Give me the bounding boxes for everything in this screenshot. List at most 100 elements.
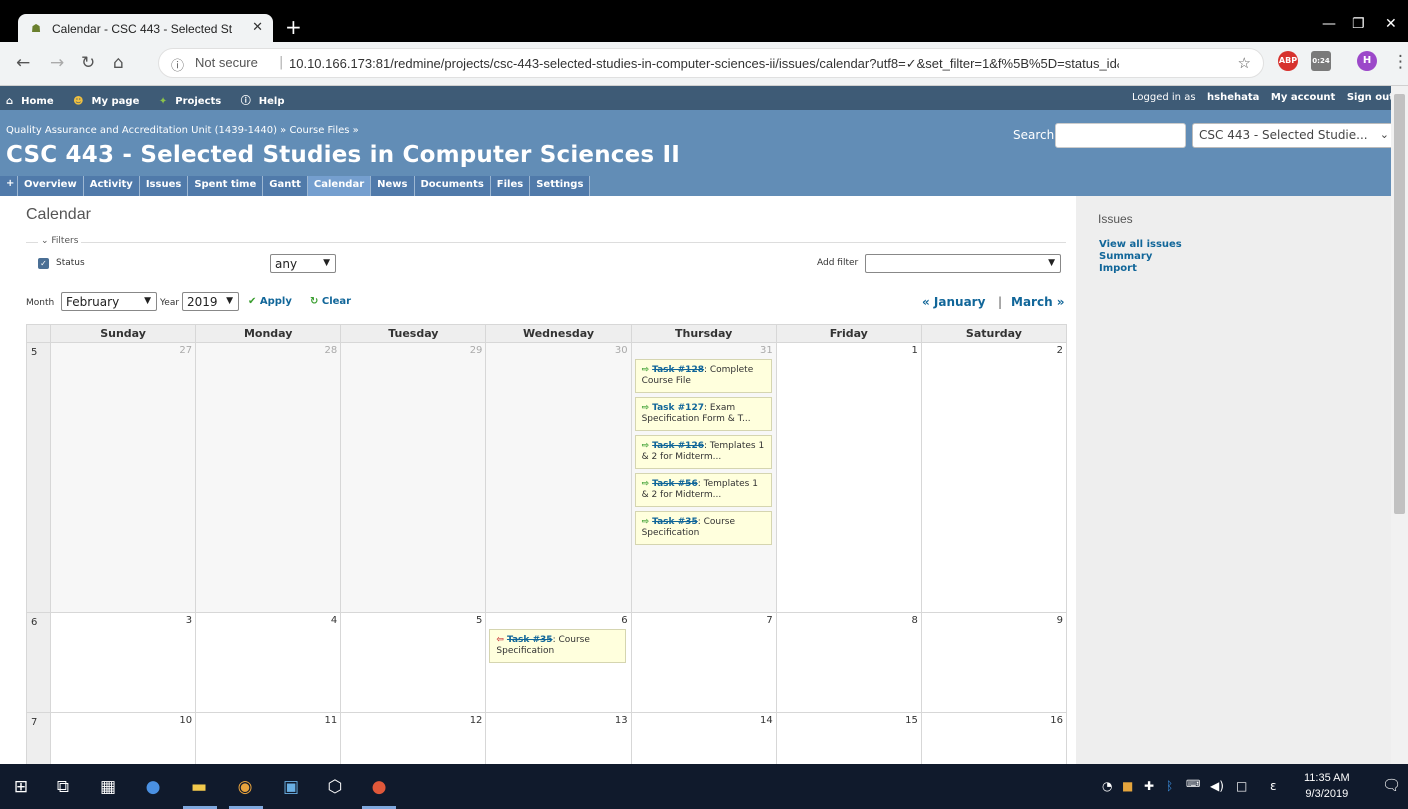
browser-tabstrip: ☗ Calendar - CSC 443 - Selected St ✕ + —… bbox=[0, 0, 1408, 44]
next-month-link[interactable]: March » bbox=[1011, 295, 1065, 309]
top-menu-projects[interactable]: ✦ Projects bbox=[159, 96, 229, 107]
year-select[interactable]: 2019 ▼ bbox=[182, 292, 239, 311]
calendar-week-row: 6 3 4 5 6 ⇦ Task #35: Course Specification 7 8 9 bbox=[26, 612, 1068, 713]
chrome-icon[interactable]: ◉ bbox=[232, 774, 258, 800]
tab-spent-time[interactable]: Spent time bbox=[188, 176, 264, 196]
calendar-issue[interactable]: ⇨ Task #126: Templates 1 & 2 for Midterm.… bbox=[634, 435, 772, 469]
calendar-day-cell: 12 bbox=[340, 712, 487, 764]
calendar-day-cell: 2 bbox=[920, 342, 1068, 613]
calendar-issue[interactable]: ⇨ Task #56: Templates 1 & 2 for Midterm..… bbox=[634, 473, 772, 507]
calendar-issue[interactable]: ⇦ Task #35: Course Specification bbox=[489, 629, 627, 663]
restore-icon[interactable]: ❐ bbox=[1352, 16, 1365, 32]
filters-toggle[interactable]: ⌄ Filters bbox=[38, 236, 82, 246]
vertical-scrollbar[interactable] bbox=[1391, 86, 1408, 764]
tab-gantt[interactable]: Gantt bbox=[263, 176, 308, 196]
tab-documents[interactable]: Documents bbox=[414, 176, 491, 196]
teamviewer-icon[interactable]: ● bbox=[140, 774, 166, 800]
window-close-icon[interactable]: ✕ bbox=[1385, 16, 1397, 32]
breadcrumb[interactable]: Quality Assurance and Accreditation Unit… bbox=[6, 125, 359, 136]
tab-close-icon[interactable]: ✕ bbox=[252, 20, 263, 35]
top-menu-help[interactable]: ⓘ Help bbox=[241, 96, 293, 107]
remote-desktop-icon[interactable]: ▣ bbox=[278, 774, 304, 800]
tab-activity[interactable]: Activity bbox=[83, 176, 140, 196]
browser-menu-icon[interactable]: ⋮ bbox=[1392, 52, 1408, 72]
clock[interactable]: 11:35 AM 9/3/2019 bbox=[1304, 770, 1350, 802]
month-label: Month bbox=[26, 298, 55, 308]
sidebar-link-view-all-issues[interactable]: View all issues bbox=[1099, 239, 1182, 251]
url-text[interactable]: 10.10.166.173:81/redmine/projects/csc-44… bbox=[289, 56, 1119, 72]
calendar-issue[interactable]: ⇨ Task #127: Exam Specification Form & T.… bbox=[634, 397, 772, 431]
previous-month-link[interactable]: « January bbox=[922, 295, 985, 309]
info-icon[interactable]: ⓘ bbox=[171, 55, 184, 74]
tray-app-icon-2[interactable]: ✚ bbox=[1144, 779, 1154, 793]
day-number: 15 bbox=[905, 715, 918, 726]
issue-link[interactable]: Task #126 bbox=[652, 441, 704, 451]
network-icon[interactable]: ◔ bbox=[1102, 779, 1112, 793]
status-operator-select[interactable]: any ▼ bbox=[270, 254, 336, 273]
new-object-button[interactable]: + bbox=[0, 176, 18, 196]
top-menu-home[interactable]: ⌂ Home bbox=[6, 96, 62, 107]
url-separator: | bbox=[279, 55, 284, 70]
tab-issues[interactable]: Issues bbox=[139, 176, 189, 196]
language-indicator[interactable]: ε bbox=[1270, 779, 1277, 793]
calendar-day-cell: 5 bbox=[340, 612, 487, 713]
task-view-icon[interactable]: ⧉ bbox=[50, 774, 76, 800]
virtualbox-icon[interactable]: ⬡ bbox=[322, 774, 348, 800]
issue-link[interactable]: Task #56 bbox=[652, 479, 698, 489]
sign-out-link[interactable]: Sign out bbox=[1347, 92, 1394, 103]
browser-tab[interactable]: ☗ Calendar - CSC 443 - Selected St ✕ bbox=[18, 14, 273, 44]
windows-start-icon[interactable]: ⊞ bbox=[8, 774, 34, 800]
tab-overview[interactable]: Overview bbox=[18, 176, 84, 196]
search-input[interactable] bbox=[1055, 123, 1186, 148]
adblock-icon[interactable]: ABP bbox=[1278, 51, 1298, 71]
calendar-app-icon[interactable]: ▦ bbox=[95, 774, 121, 800]
top-menu-my-page[interactable]: ☻ My page bbox=[73, 96, 147, 107]
reload-icon[interactable]: ↻ bbox=[81, 53, 95, 73]
tab-settings[interactable]: Settings bbox=[530, 176, 591, 196]
minimize-icon[interactable]: — bbox=[1322, 16, 1336, 32]
scrollbar-thumb[interactable] bbox=[1394, 94, 1405, 514]
my-account-link[interactable]: My account bbox=[1271, 92, 1335, 103]
sidebar-link-summary[interactable]: Summary bbox=[1099, 251, 1182, 263]
tab-calendar[interactable]: Calendar bbox=[307, 176, 372, 196]
project-header: Quality Assurance and Accreditation Unit… bbox=[0, 110, 1408, 176]
tab-news[interactable]: News bbox=[371, 176, 415, 196]
add-filter-select[interactable]: ▼ bbox=[865, 254, 1061, 273]
projects-icon: ✦ bbox=[158, 96, 168, 107]
tray-box-icon[interactable]: □ bbox=[1236, 779, 1247, 793]
issue-link[interactable]: Task #35 bbox=[652, 517, 698, 527]
tab-files[interactable]: Files bbox=[490, 176, 531, 196]
issue-link[interactable]: Task #127 bbox=[652, 403, 704, 413]
notifications-icon[interactable]: 🗨 bbox=[1382, 776, 1401, 794]
status-label: Status bbox=[56, 258, 85, 268]
keyboard-layout-icon[interactable]: ⌨ bbox=[1186, 779, 1200, 790]
calendar-issue[interactable]: ⇨ Task #35: Course Specification bbox=[634, 511, 772, 545]
calendar-table: Sunday Monday Tuesday Wednesday Thursday Frid… bbox=[26, 324, 1068, 764]
back-icon[interactable]: ← bbox=[16, 53, 30, 73]
calendar-issue[interactable]: ⇨ Task #128: Complete Course File bbox=[634, 359, 772, 393]
home-icon[interactable]: ⌂ bbox=[113, 53, 124, 73]
bluetooth-icon[interactable]: ᛒ bbox=[1166, 779, 1173, 793]
new-tab-icon[interactable]: + bbox=[285, 17, 302, 37]
address-bar[interactable]: ⓘ Not secure | 10.10.166.173:81/redmine/… bbox=[158, 48, 1264, 78]
file-explorer-icon[interactable]: ▬ bbox=[186, 774, 212, 800]
status-checkbox[interactable]: ✓ bbox=[38, 258, 49, 269]
tray-app-icon[interactable]: ■ bbox=[1122, 779, 1133, 793]
month-select[interactable]: February ▼ bbox=[61, 292, 157, 311]
timer-extension-icon[interactable]: 0:24 bbox=[1311, 51, 1331, 71]
bookmark-star-icon[interactable]: ☆ bbox=[1238, 54, 1251, 72]
issue-link[interactable]: Task #35 bbox=[507, 635, 553, 645]
apply-button[interactable]: ✔ Apply bbox=[248, 296, 292, 307]
user-link[interactable]: hshehata bbox=[1207, 92, 1259, 103]
issue-start-arrow-icon: ⇨ bbox=[641, 403, 650, 413]
forward-icon[interactable]: → bbox=[50, 53, 64, 73]
sidebar-link-import[interactable]: Import bbox=[1099, 263, 1182, 275]
volume-icon[interactable]: ◀) bbox=[1210, 779, 1224, 793]
reload-icon: ↻ bbox=[310, 296, 322, 307]
issue-link[interactable]: Task #128 bbox=[652, 365, 704, 375]
profile-avatar[interactable]: H bbox=[1357, 51, 1377, 71]
powerpoint-icon[interactable]: ● bbox=[366, 774, 392, 800]
clear-button[interactable]: ↻ Clear bbox=[310, 296, 351, 307]
project-jump-select[interactable]: CSC 443 - Selected Studie... ⌄ bbox=[1192, 123, 1396, 148]
calendar-day-cell: 4 bbox=[195, 612, 342, 713]
